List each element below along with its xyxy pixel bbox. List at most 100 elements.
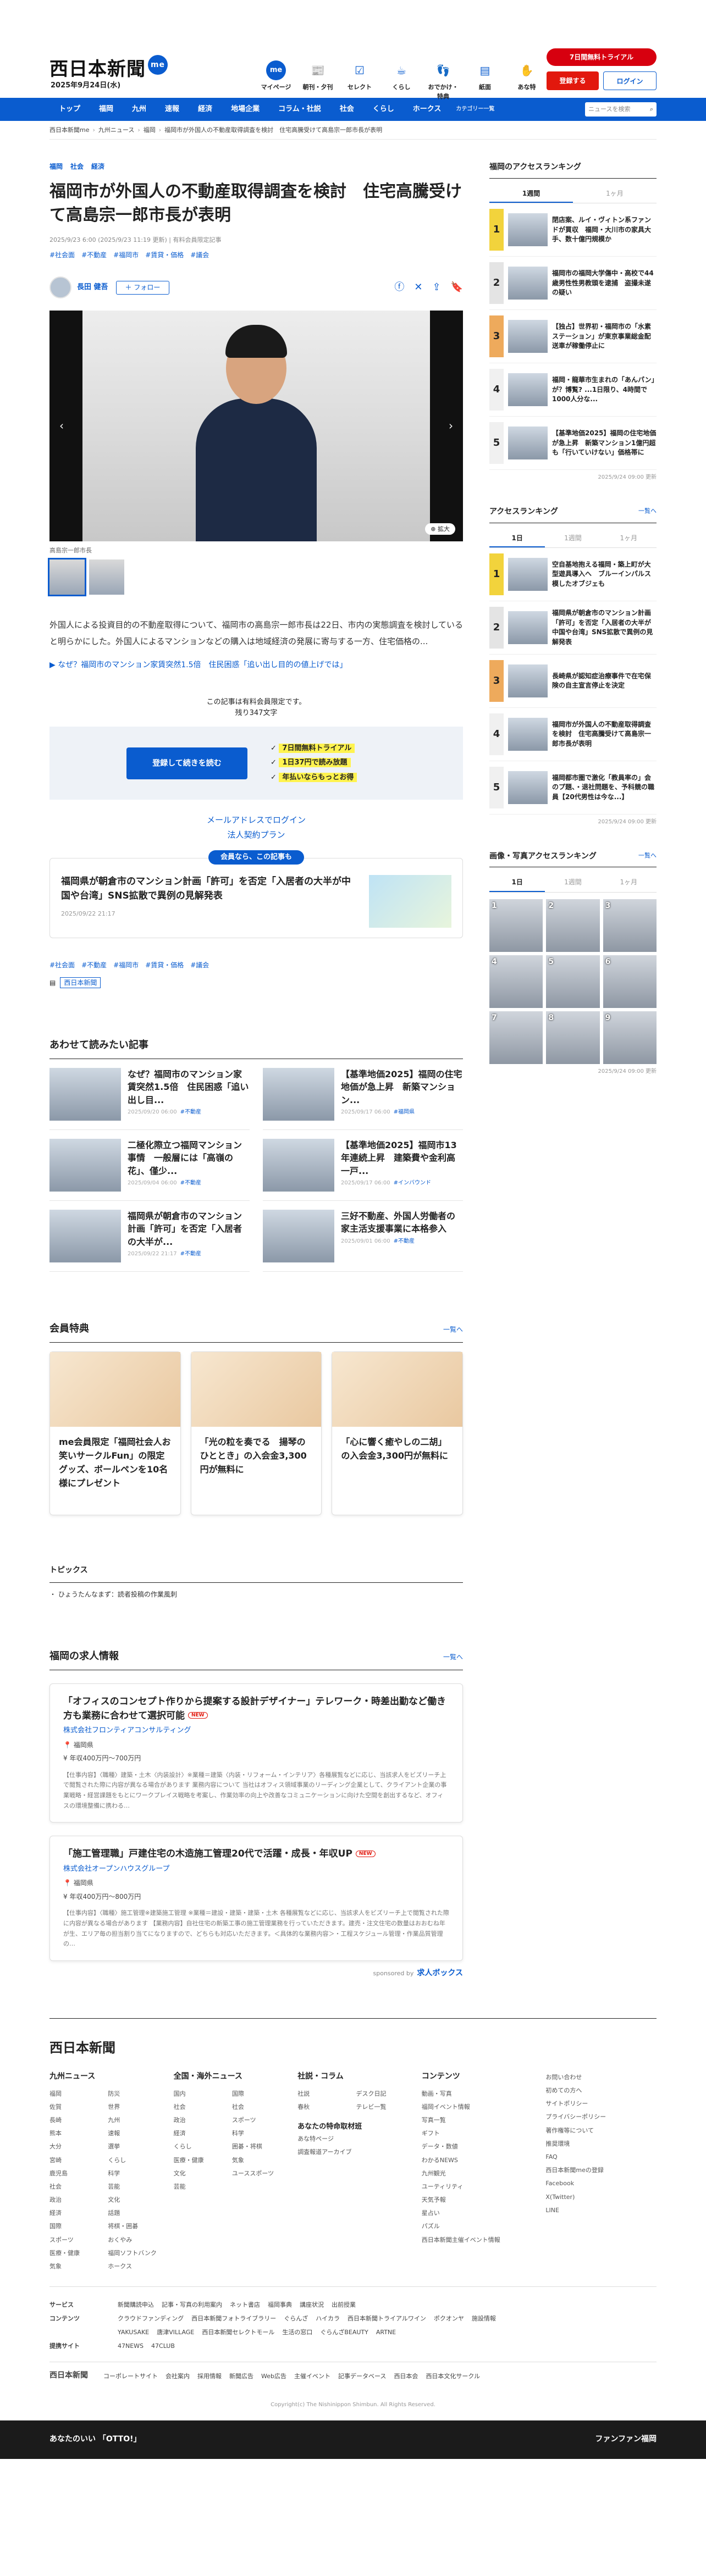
footer-link[interactable]: 国内 (174, 2087, 226, 2101)
footer-row-link[interactable]: 新聞購読申込 (118, 2300, 154, 2309)
footer-link[interactable]: 西日本新聞主催イベント情報 (422, 2234, 533, 2247)
footer-link[interactable]: 九州 (108, 2114, 160, 2127)
job-card[interactable]: 「施工管理職」戸建住宅の木造施工管理20代で活躍・成長・年収UP NEW 株式会社オ… (49, 1836, 463, 1962)
recommended-tag[interactable]: #不動産 (180, 1109, 201, 1115)
tag-link[interactable]: #議会 (190, 250, 209, 261)
footer-link[interactable]: 社会 (232, 2101, 284, 2114)
footer-link[interactable]: 西日本新聞meの登録 (545, 2164, 657, 2177)
topic-item[interactable]: ・ ひょうたんなまず：読者投稿の作業風刺 (49, 1589, 463, 1600)
photo-ranking-item[interactable]: 6 (603, 955, 657, 1008)
ranking-item[interactable]: 3 長崎県が認知症治療事件で在宅保険の自主宣言停止を決定 (489, 655, 657, 708)
footer-link[interactable]: テレビ一覧 (356, 2101, 408, 2114)
footer-bottom-link[interactable]: 会社案内 (166, 2372, 190, 2381)
footer-link[interactable]: あな特ページ (297, 2132, 409, 2146)
author-name[interactable]: 長田 健吾 (77, 282, 108, 293)
search-input[interactable]: ニュースを検索 ⌕ (585, 102, 657, 117)
bookmark-icon[interactable]: 🔖 (451, 280, 463, 295)
photo-ranking-item[interactable]: 3 (603, 899, 657, 952)
footer-row-link[interactable]: 47CLUB (151, 2341, 175, 2351)
source-badge[interactable]: 西日本新聞 (60, 977, 101, 989)
breadcrumb-item[interactable]: 西日本新聞me (49, 126, 89, 134)
nav-item[interactable]: 福岡 (90, 104, 123, 115)
footer-row-link[interactable]: ネット書店 (230, 2300, 260, 2309)
footer-link[interactable]: 防災 (108, 2087, 160, 2101)
subscribe-button[interactable]: 登録して続きを読む (126, 747, 247, 779)
ranking-item[interactable]: 5 【基準地価2025】福岡の住宅地価が急上昇 新築マンション1億円超も「行いてい… (489, 417, 657, 470)
footer-link[interactable]: 政治 (49, 2193, 102, 2207)
footer-link[interactable]: 経済 (49, 2207, 102, 2220)
search-icon[interactable]: ⌕ (650, 104, 653, 114)
footer-link[interactable]: 佐賀 (49, 2101, 102, 2114)
recommended-tag[interactable]: #福岡県 (394, 1109, 415, 1115)
footer-bottom-link[interactable]: 主催イベント (294, 2372, 330, 2381)
photo-thumbnail[interactable] (89, 559, 124, 595)
header-nav-newspaper[interactable]: 📰 朝刊・夕刊 (300, 60, 335, 101)
footer-link[interactable]: パズル (422, 2220, 533, 2233)
facebook-icon[interactable]: ⓕ (394, 280, 404, 295)
photo-ranking-item[interactable]: 7 (489, 1011, 543, 1064)
footer-link[interactable]: 話題 (108, 2207, 160, 2220)
footer-link[interactable]: 囲碁・将棋 (232, 2140, 284, 2153)
footer-row-link[interactable]: 生活の窓口 (282, 2328, 312, 2337)
tag-link[interactable]: #賃貸・価格 (145, 250, 184, 261)
breadcrumb-item[interactable]: 福岡 (144, 126, 156, 134)
footer-row-link[interactable]: 福岡事典 (268, 2300, 292, 2309)
footer-link[interactable]: 九州観光 (422, 2167, 533, 2180)
footer-link[interactable]: 社説 (297, 2087, 350, 2101)
footer-link[interactable]: お問い合わせ (545, 2071, 657, 2084)
header-nav-select[interactable]: ☑ セレクト (342, 60, 377, 101)
x-icon[interactable]: ✕ (414, 280, 422, 295)
footer-link[interactable]: 速報 (108, 2127, 160, 2140)
footer-link[interactable]: スポーツ (232, 2114, 284, 2127)
ranking-item[interactable]: 2 福岡県が朝倉市のマンション計画「許可」を否定「入居者の大半が中国や台湾」SNS… (489, 601, 657, 655)
footer-link[interactable]: 気象 (49, 2260, 102, 2273)
related-card[interactable]: 福岡県が朝倉市のマンション計画「許可」を否定「入居者の大半が中国や台湾」SNS拡… (49, 858, 463, 939)
footer-link[interactable]: 大分 (49, 2140, 102, 2153)
footer-link[interactable]: 推奨環境 (545, 2137, 657, 2151)
ranking-item[interactable]: 2 福岡市の福岡大学傷中・高校で44歳男性性男教頭を逮捕 盗撮未遂の疑い (489, 257, 657, 311)
footer-link[interactable]: 宮崎 (49, 2154, 102, 2167)
sponsor-logo[interactable]: 求人ボックス (417, 1969, 463, 1977)
footer-link[interactable]: 科学 (108, 2167, 160, 2180)
nav-item[interactable]: 速報 (156, 104, 189, 115)
footer-link[interactable]: ギフト (422, 2127, 533, 2140)
footer-link[interactable]: 国際 (49, 2220, 102, 2233)
footer-link[interactable]: ユーススポーツ (232, 2167, 284, 2180)
nav-item[interactable]: くらし (363, 104, 404, 115)
footer-bottom-link[interactable]: コーポレートサイト (103, 2372, 158, 2381)
footer-row-link[interactable]: 施設情報 (472, 2314, 496, 2323)
footer-link[interactable]: 芸能 (108, 2180, 160, 2193)
footer-row-link[interactable]: YAKUSAKE (118, 2328, 149, 2337)
next-arrow-icon[interactable]: › (449, 418, 453, 435)
footer-link[interactable]: 経済 (174, 2127, 226, 2140)
nav-item[interactable]: 九州 (123, 104, 156, 115)
category-link[interactable]: 経済 (91, 162, 104, 172)
access-ranking-more-link[interactable]: 一覧へ (638, 506, 657, 518)
perk-card[interactable]: 「光の粒を奏でる 揚琴のひととき」の入会金3,300円が無料に (190, 1351, 322, 1516)
header-nav-anatoku[interactable]: ✋ あな特 (509, 60, 544, 101)
photo-ranking-more-link[interactable]: 一覧へ (638, 851, 657, 863)
footer-link[interactable]: 初めての方へ (545, 2084, 657, 2097)
category-link[interactable]: 社会 (70, 162, 84, 172)
footer-link[interactable]: 熊本 (49, 2127, 102, 2140)
recommended-tag[interactable]: #不動産 (180, 1180, 201, 1186)
ranking-item[interactable]: 4 福岡市が外国人の不動産取得調査を検討 住宅高騰受けて高島宗一郎市長が表明 (489, 708, 657, 762)
recommended-tag[interactable]: #不動産 (394, 1238, 415, 1244)
footer-link[interactable]: 医療・健康 (49, 2247, 102, 2260)
share-icon[interactable]: ⇪ (432, 280, 440, 295)
footer-link[interactable]: 鹿児島 (49, 2167, 102, 2180)
article-photo[interactable] (82, 311, 430, 542)
recommended-item[interactable]: 二極化際立つ福岡マンション事情 一般層には「高嶺の花」、僅少... 2025/09… (49, 1130, 250, 1201)
login-button[interactable]: ログイン (603, 71, 657, 90)
footer-link[interactable]: 世界 (108, 2101, 160, 2114)
ranking-tab[interactable]: 1日 (489, 530, 545, 548)
photo-ranking-item[interactable]: 1 (489, 899, 543, 952)
footer-row-link[interactable]: 出前授業 (332, 2300, 356, 2309)
recommended-item[interactable]: 【基準地価2025】福岡の住宅地価が急上昇 新築マンション... 2025/09/… (263, 1059, 463, 1131)
footer-bottom-link[interactable]: 新聞広告 (229, 2372, 253, 2381)
footer-link[interactable]: 芸能 (174, 2180, 226, 2193)
category-list-link[interactable]: カテゴリー一覧 (450, 105, 500, 114)
tag-link[interactable]: #福岡市 (113, 960, 139, 971)
trial-button[interactable]: 7日間無料トライアル (547, 48, 657, 66)
nav-item[interactable]: 経済 (189, 104, 222, 115)
